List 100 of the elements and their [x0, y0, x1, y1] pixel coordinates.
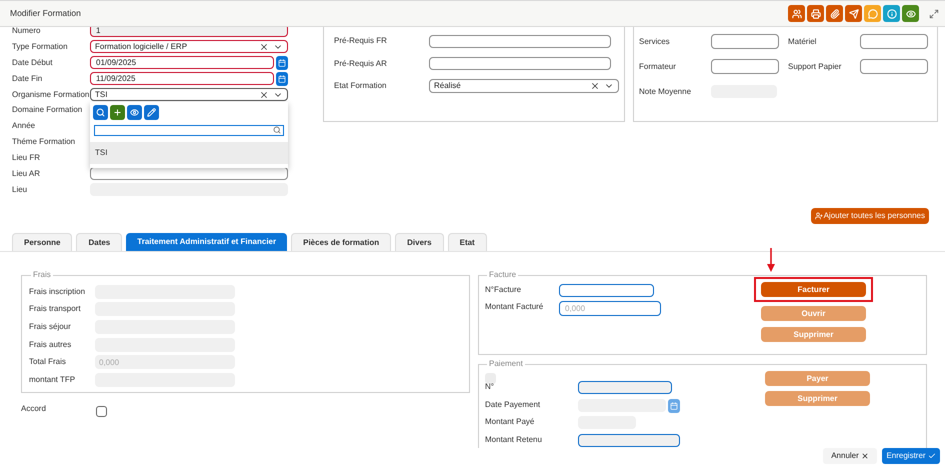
field-label: Etat Formation: [334, 80, 388, 92]
tab[interactable]: Dates: [76, 233, 122, 251]
close-icon: [860, 452, 869, 460]
cancel-button[interactable]: Annuler: [823, 448, 877, 464]
field-label: Formateur: [639, 60, 677, 72]
field-label: Frais transport: [29, 303, 82, 316]
search-field[interactable]: [94, 124, 284, 136]
tab[interactable]: Pièces de formation: [291, 233, 392, 251]
text-field[interactable]: [559, 284, 654, 297]
clear-icon[interactable]: [259, 42, 269, 52]
pencil-icon: [147, 108, 156, 117]
text-field[interactable]: [90, 167, 288, 180]
action-button[interactable]: Facturer: [761, 282, 866, 297]
field-label: Type Formation: [12, 40, 69, 53]
eye-button[interactable]: [127, 104, 142, 120]
field-label: montant TFP: [29, 374, 76, 386]
tab[interactable]: Divers: [395, 233, 444, 251]
panel-legend: Frais: [31, 269, 53, 281]
select-field[interactable]: Formation logicielle / ERP: [90, 40, 288, 54]
field-label: Date Payement: [485, 398, 542, 410]
eye-icon: [130, 108, 139, 117]
field-label: Accord: [21, 403, 47, 415]
field-label: Montant Facturé: [485, 301, 544, 313]
text-field[interactable]: 11/09/2025: [90, 72, 274, 86]
select-field[interactable]: TSI: [90, 88, 288, 101]
field-label: Matériel: [788, 36, 818, 48]
paperclip-button[interactable]: [826, 5, 843, 22]
field-label: Lieu AR: [12, 168, 42, 180]
field-label: Année: [12, 120, 36, 132]
tab[interactable]: Etat: [448, 233, 487, 251]
plus-button[interactable]: [110, 104, 125, 120]
chat-icon: [868, 8, 878, 18]
text-field[interactable]: [711, 34, 779, 49]
checkbox[interactable]: [96, 406, 107, 417]
field-label: Frais inscription: [29, 286, 86, 298]
people-button[interactable]: [788, 5, 805, 22]
field-label: Date Fin: [12, 72, 44, 85]
check-icon: [928, 452, 936, 460]
clear-icon[interactable]: [259, 90, 269, 100]
clear-icon[interactable]: [590, 81, 600, 91]
plus-icon: [113, 108, 122, 117]
calendar-button[interactable]: [276, 56, 288, 70]
save-button[interactable]: Enregistrer: [882, 448, 940, 464]
text-field[interactable]: 01/09/2025: [90, 56, 274, 70]
search-button[interactable]: [93, 104, 108, 120]
field-label: N°: [485, 381, 495, 393]
text-field[interactable]: [860, 34, 928, 49]
tab[interactable]: Personne: [12, 233, 72, 251]
text-field[interactable]: [860, 59, 928, 74]
add-all-button[interactable]: Ajouter toutes les personnes: [810, 208, 929, 224]
panel-legend: Paiement: [487, 358, 525, 370]
dropdown-option[interactable]: TSI: [90, 142, 288, 164]
calendar-button[interactable]: [668, 398, 680, 412]
send-icon: [848, 8, 858, 18]
field-label: Domaine Formation: [12, 104, 84, 116]
eye-icon: [906, 8, 916, 18]
text-field[interactable]: [429, 34, 611, 48]
tab[interactable]: Traitement Administratif et Financier: [126, 233, 288, 251]
user-plus-icon: [814, 212, 823, 220]
info-button[interactable]: [883, 5, 900, 22]
text-field[interactable]: [578, 434, 680, 446]
printer-button[interactable]: [807, 5, 824, 22]
printer-icon: [810, 8, 820, 18]
field-label: Frais séjour: [29, 320, 72, 333]
field-label: Total Frais: [29, 356, 67, 368]
send-button[interactable]: [845, 5, 862, 22]
field-label: Théme Formation: [12, 136, 76, 148]
text-field[interactable]: 0,000: [559, 301, 661, 316]
field-label: Services: [639, 36, 671, 48]
people-icon: [792, 8, 802, 18]
field-label: Organisme Formation: [12, 88, 90, 100]
select-field[interactable]: Réalisé: [429, 79, 619, 93]
field-label: Lieu: [12, 184, 28, 196]
field-label: Pré-Requis FR: [334, 35, 388, 47]
pencil-button[interactable]: [144, 104, 159, 120]
eye-button[interactable]: [902, 5, 919, 22]
search-icon: [96, 108, 105, 117]
text-field[interactable]: [429, 57, 611, 70]
field-label: N°Facture: [485, 284, 522, 296]
window-title: Modifier Formation: [10, 7, 81, 20]
paperclip-icon: [830, 8, 840, 18]
field-label: Date Début: [12, 56, 54, 69]
field-label: Numero: [12, 27, 42, 37]
calendar-button[interactable]: [276, 72, 288, 86]
field-label: Note Moyenne: [639, 86, 692, 98]
field-label: Montant Retenu: [485, 434, 543, 446]
calendar-icon: [670, 402, 678, 410]
text-field[interactable]: [578, 381, 672, 394]
text-field[interactable]: [711, 59, 779, 74]
field-label: Pré-Requis AR: [334, 58, 388, 70]
field-label: Lieu FR: [12, 152, 42, 164]
field-label: Frais autres: [29, 338, 72, 351]
calendar-icon: [278, 74, 286, 83]
field-label: Support Papier: [788, 60, 842, 72]
field-label: Montant Payé: [485, 416, 536, 428]
panel-legend: Facture: [487, 269, 518, 281]
info-icon: [886, 8, 896, 18]
search-icon: [273, 126, 281, 134]
annotation-arrow: [767, 248, 775, 272]
expand-icon[interactable]: [929, 8, 939, 18]
